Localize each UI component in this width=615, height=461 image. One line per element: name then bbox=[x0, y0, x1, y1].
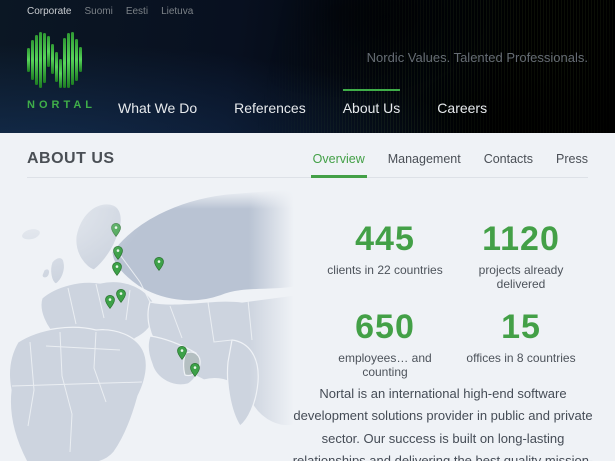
intro-text-line: Nortal is an international high-end soft… bbox=[283, 383, 603, 405]
main-navigation: What We Do References About Us Careers bbox=[118, 100, 487, 116]
stat-employees: 650 employees… and counting bbox=[317, 310, 453, 379]
top-link-eesti[interactable]: Eesti bbox=[126, 6, 148, 17]
map-pin-icon[interactable] bbox=[116, 289, 126, 303]
section-tabs: Overview Management Contacts Press bbox=[313, 152, 588, 177]
world-map-image bbox=[0, 190, 300, 461]
company-intro-paragraph: Nortal is an international high-end soft… bbox=[283, 383, 603, 461]
top-link-corporate[interactable]: Corporate bbox=[27, 6, 71, 17]
nortal-logo-text: NORTAL bbox=[27, 99, 96, 111]
nav-item-about-us[interactable]: About Us bbox=[343, 100, 401, 116]
world-map bbox=[0, 190, 300, 461]
intro-text-line: development solutions provider in public… bbox=[283, 405, 603, 427]
top-link-lietuva[interactable]: Lietuva bbox=[161, 6, 193, 17]
page-title: ABOUT US bbox=[27, 150, 115, 177]
company-stats: 445 clients in 22 countries 1120 project… bbox=[317, 222, 589, 379]
top-link-suomi[interactable]: Suomi bbox=[84, 6, 112, 17]
stat-clients: 445 clients in 22 countries bbox=[317, 222, 453, 291]
nav-item-what-we-do[interactable]: What We Do bbox=[118, 100, 197, 116]
tab-management[interactable]: Management bbox=[388, 152, 461, 177]
stat-projects: 1120 projects already delivered bbox=[453, 222, 589, 291]
map-pin-icon[interactable] bbox=[112, 262, 122, 276]
intro-text-line: sector. Our success is built on long-las… bbox=[283, 428, 603, 450]
stat-value: 650 bbox=[317, 310, 453, 344]
stat-offices: 15 offices in 8 countries bbox=[453, 310, 589, 379]
map-pin-icon[interactable] bbox=[113, 246, 123, 260]
nav-item-references[interactable]: References bbox=[234, 100, 306, 116]
stat-value: 15 bbox=[453, 310, 589, 344]
tab-contacts[interactable]: Contacts bbox=[484, 152, 533, 177]
stat-label: offices in 8 countries bbox=[453, 351, 589, 365]
stat-value: 1120 bbox=[453, 222, 589, 256]
site-header: Corporate Suomi Eesti Lietuva bbox=[0, 0, 615, 133]
map-pin-icon[interactable] bbox=[177, 346, 187, 360]
stat-label: clients in 22 countries bbox=[317, 263, 453, 277]
nortal-logo-icon bbox=[27, 30, 85, 90]
nortal-logo[interactable]: NORTAL bbox=[27, 30, 96, 111]
stat-label: projects already delivered bbox=[453, 263, 589, 291]
nav-item-careers[interactable]: Careers bbox=[437, 100, 487, 116]
intro-text-line: relationships and delivering the best qu… bbox=[283, 450, 603, 461]
map-pin-icon[interactable] bbox=[105, 295, 115, 309]
stat-value: 445 bbox=[317, 222, 453, 256]
header-tagline: Nordic Values. Talented Professionals. bbox=[367, 50, 588, 65]
tab-overview[interactable]: Overview bbox=[313, 152, 365, 177]
map-pin-icon[interactable] bbox=[111, 223, 121, 237]
section-header: ABOUT US Overview Management Contacts Press bbox=[27, 133, 588, 178]
map-pin-icon[interactable] bbox=[190, 363, 200, 377]
map-pin-icon[interactable] bbox=[154, 257, 164, 271]
stat-label: employees… and counting bbox=[317, 351, 453, 379]
tab-press[interactable]: Press bbox=[556, 152, 588, 177]
language-links: Corporate Suomi Eesti Lietuva bbox=[27, 6, 193, 17]
nortal-website: Corporate Suomi Eesti Lietuva bbox=[0, 0, 615, 461]
